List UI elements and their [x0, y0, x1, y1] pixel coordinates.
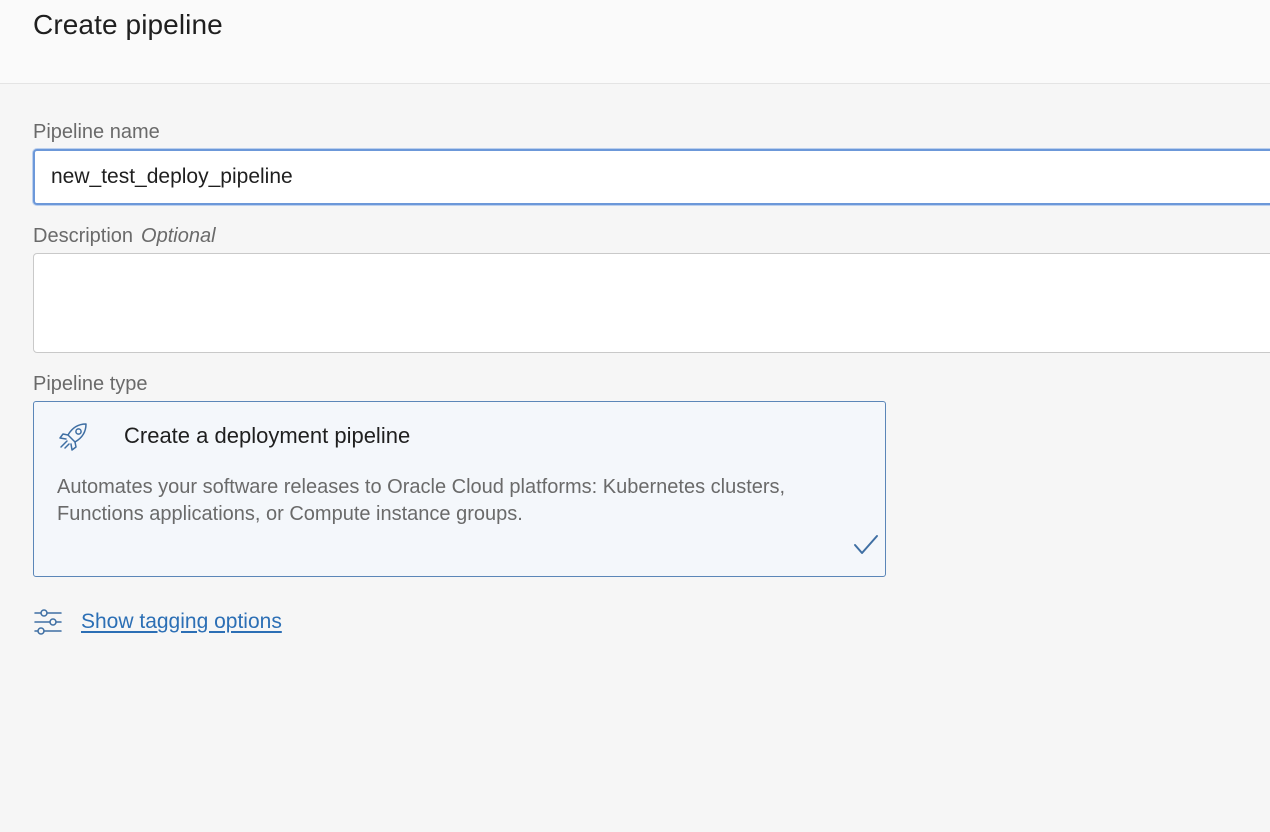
show-tagging-options-link[interactable]: Show tagging options	[81, 610, 282, 634]
page-header: Create pipeline	[0, 0, 1270, 84]
description-label: Description	[33, 225, 134, 247]
sliders-icon	[34, 609, 62, 635]
tagging-options-row: Show tagging options	[33, 605, 282, 639]
rocket-icon	[59, 423, 87, 451]
card-description: Automates your software releases to Orac…	[57, 476, 786, 525]
card-title: Create a deployment pipeline	[124, 423, 411, 448]
description-textarea[interactable]	[33, 253, 1270, 353]
page-title: Create pipeline	[33, 9, 223, 40]
checkmark-icon	[854, 535, 878, 554]
pipeline-name-label: Pipeline name	[33, 121, 160, 143]
description-label-group: Description Optional	[33, 225, 216, 248]
pipeline-name-input[interactable]	[33, 149, 1270, 205]
optional-label: Optional	[141, 225, 216, 247]
deployment-pipeline-option-card[interactable]: Create a deployment pipeline Automates y…	[33, 401, 886, 577]
pipeline-type-label: Pipeline type	[33, 373, 148, 395]
